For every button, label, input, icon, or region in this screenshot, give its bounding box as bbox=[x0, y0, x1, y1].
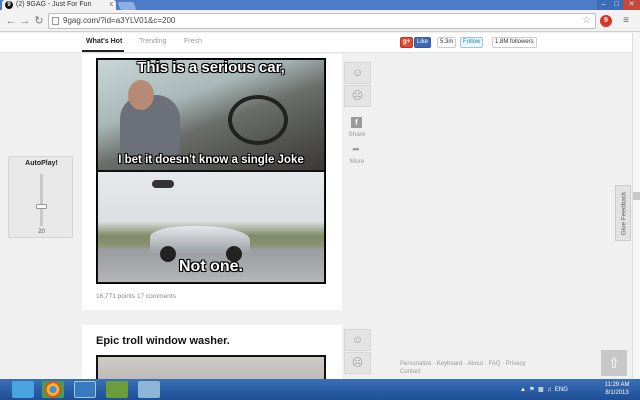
arrow-up-icon: ⇧ bbox=[608, 355, 620, 371]
window-controls: – □ ✕ bbox=[597, 0, 640, 10]
chrome-icon[interactable] bbox=[42, 381, 64, 398]
upvote-button[interactable]: ☺ bbox=[344, 62, 371, 84]
tool-app-icon[interactable] bbox=[138, 381, 160, 398]
volume-icon[interactable]: ♫ bbox=[547, 387, 552, 393]
driver-head bbox=[128, 80, 154, 110]
site-header: What's Hot Trending Fresh g+ Like 5.3m F… bbox=[0, 33, 640, 53]
browser-toolbar: ← → ↻ 9gag.com/?id=a3YLV01&c=200 ☆ 9 ≡ bbox=[0, 10, 640, 32]
taskbar-clock[interactable]: 11:29 AM 8/1/2013 bbox=[598, 381, 636, 397]
page-icon bbox=[52, 17, 59, 25]
smile-icon: ☺ bbox=[351, 67, 364, 79]
downvote-button[interactable]: ☹ bbox=[344, 85, 371, 107]
9gag-favicon-icon: 9 bbox=[5, 1, 13, 9]
browser-tab[interactable]: 9 (2) 9GAG - Just For Fun x bbox=[2, 0, 116, 10]
twitter-follower-count: 1.8M followers bbox=[492, 37, 537, 48]
facebook-like-count: 5.3m bbox=[437, 37, 457, 48]
autoplay-slider-track[interactable] bbox=[40, 174, 43, 226]
upvote-button[interactable]: ☺ bbox=[344, 329, 371, 351]
footer-link[interactable]: Contact bbox=[400, 369, 421, 375]
close-window-icon[interactable]: ✕ bbox=[623, 0, 640, 10]
steering-wheel bbox=[228, 95, 288, 145]
flag-icon[interactable]: ⚑ bbox=[529, 387, 534, 393]
language-indicator[interactable]: ENG bbox=[555, 387, 568, 393]
tab-whats-hot[interactable]: What's Hot bbox=[86, 38, 122, 45]
tray-arrow-icon[interactable]: ▲ bbox=[520, 387, 526, 393]
clock-time: 11:29 AM bbox=[604, 382, 630, 388]
footer-link[interactable]: About bbox=[467, 361, 483, 367]
tab-title: (2) 9GAG - Just For Fun bbox=[16, 1, 92, 8]
google-plus-button[interactable]: g+ bbox=[400, 37, 414, 48]
give-feedback-tab[interactable]: Give Feedback bbox=[615, 185, 631, 241]
menu-icon[interactable]: ≡ bbox=[620, 15, 632, 27]
tab-close-icon[interactable]: x bbox=[110, 0, 114, 10]
downvote-button[interactable]: ☹ bbox=[344, 352, 371, 374]
save-app-icon[interactable] bbox=[74, 381, 96, 398]
reload-icon[interactable]: ↻ bbox=[32, 14, 46, 28]
meme-caption-middle: I bet it doesn't know a single Joke bbox=[118, 154, 304, 166]
post-image[interactable] bbox=[96, 355, 326, 380]
autoplay-widget: AutoPlay! 20 bbox=[8, 156, 73, 238]
tab-trending[interactable]: Trending bbox=[139, 38, 166, 45]
frown-icon: ☹ bbox=[351, 90, 364, 102]
share-label[interactable]: Share bbox=[345, 131, 369, 138]
facebook-icon[interactable]: f bbox=[351, 117, 362, 128]
facebook-like-button[interactable]: Like bbox=[414, 37, 432, 48]
clock-date: 8/1/2013 bbox=[605, 390, 629, 396]
back-to-top-button[interactable]: ⇧ bbox=[601, 350, 627, 376]
new-tab-button[interactable] bbox=[117, 2, 137, 10]
footer-link[interactable]: Privacy bbox=[506, 361, 526, 367]
forward-icon[interactable]: → bbox=[18, 14, 32, 28]
address-bar[interactable]: 9gag.com/?id=a3YLV01&c=200 ☆ bbox=[48, 13, 596, 29]
tab-fresh[interactable]: Fresh bbox=[184, 38, 202, 45]
extension-icon[interactable]: 9 bbox=[600, 15, 612, 27]
meme-caption-bottom: Not one. bbox=[179, 258, 243, 275]
feedback-label: Give Feedback bbox=[620, 191, 628, 236]
back-icon[interactable]: ← bbox=[4, 14, 18, 28]
network-icon[interactable]: ▩ bbox=[538, 387, 544, 393]
url-text: 9gag.com/?id=a3YLV01&c=200 bbox=[63, 16, 176, 25]
paint-app-icon[interactable] bbox=[106, 381, 128, 398]
smile-icon: ☺ bbox=[351, 334, 364, 346]
footer-link[interactable]: Keyboard bbox=[437, 361, 463, 367]
helicopter bbox=[152, 180, 174, 188]
footer-links: Personalize · Keyboard · About · FAQ · P… bbox=[400, 361, 526, 375]
maximize-icon[interactable]: □ bbox=[610, 0, 623, 10]
explorer-icon[interactable] bbox=[12, 381, 34, 398]
autoplay-slider-handle[interactable] bbox=[36, 204, 47, 209]
scrollbar[interactable] bbox=[632, 33, 640, 378]
autoplay-title: AutoPlay! bbox=[25, 160, 58, 167]
more-icon[interactable]: ➦ bbox=[350, 144, 362, 154]
post-title[interactable]: Epic troll window washer. bbox=[96, 335, 230, 347]
scrollbar-thumb[interactable] bbox=[633, 192, 640, 200]
post-meta[interactable]: 16,771 points 17 comments bbox=[96, 293, 176, 300]
meme-caption-top: This is a serious car, bbox=[137, 59, 285, 76]
bookmark-star-icon[interactable]: ☆ bbox=[582, 14, 591, 28]
twitter-follow-button[interactable]: Follow bbox=[460, 37, 484, 48]
autoplay-value: 20 bbox=[38, 229, 45, 235]
footer-link[interactable]: Personalize bbox=[400, 361, 431, 367]
more-label[interactable]: More bbox=[345, 158, 369, 165]
footer-link[interactable]: FAQ bbox=[488, 361, 500, 367]
system-tray: ▲ ⚑ ▩ ♫ ENG bbox=[520, 380, 568, 400]
minimize-icon[interactable]: – bbox=[597, 0, 610, 10]
active-tab-indicator bbox=[82, 50, 124, 52]
frown-icon: ☹ bbox=[351, 357, 364, 369]
